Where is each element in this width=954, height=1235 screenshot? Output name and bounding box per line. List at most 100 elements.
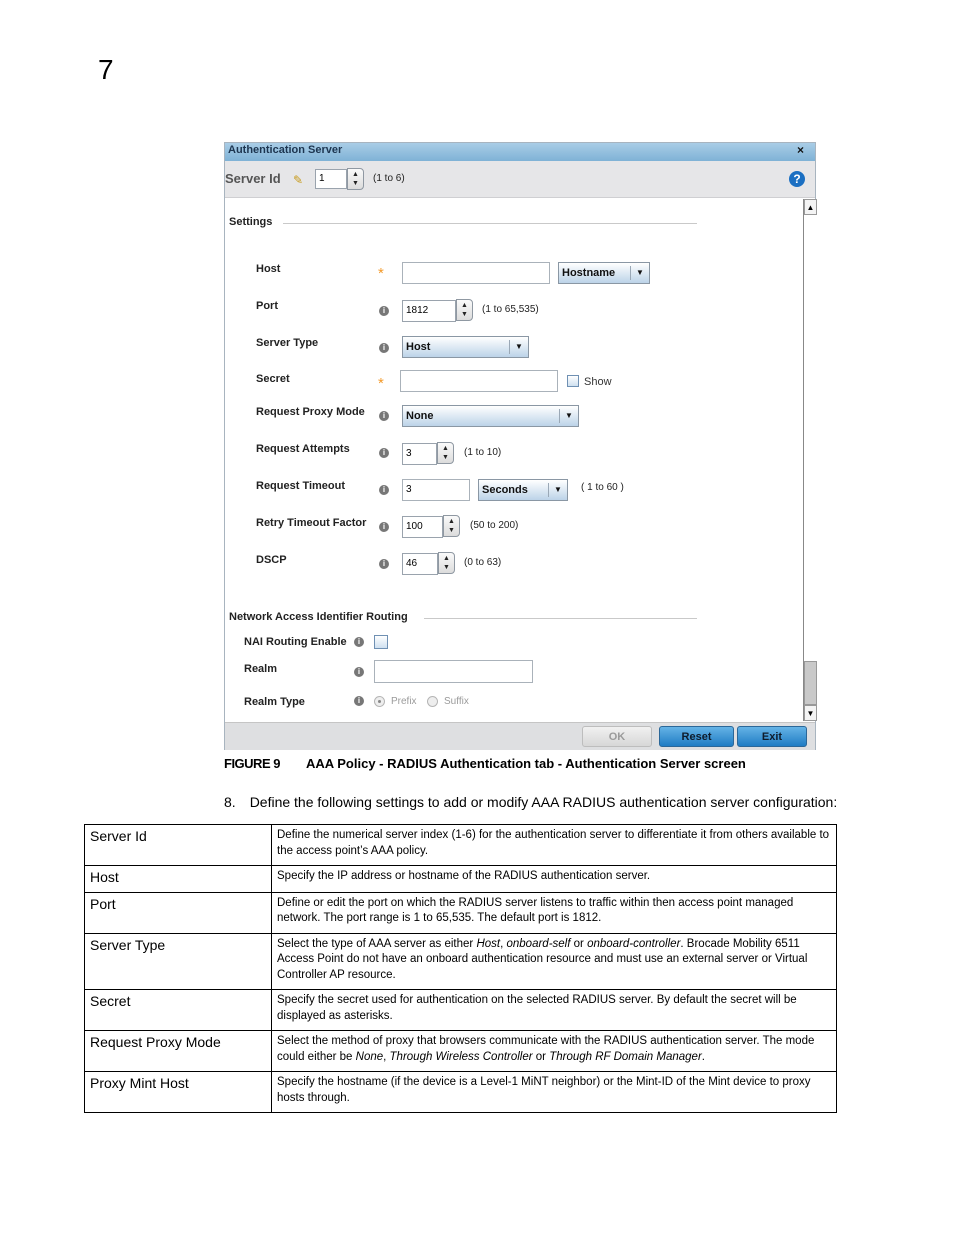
retry-timeout-factor-label: Retry Timeout Factor xyxy=(256,517,367,529)
request-proxy-mode-select[interactable]: None ▼ xyxy=(402,405,579,427)
request-timeout-unit-value: Seconds xyxy=(482,484,528,496)
dscp-stepper[interactable]: ▲ ▼ xyxy=(438,552,455,574)
request-timeout-range: ( 1 to 60 ) xyxy=(581,482,624,493)
table-row: Proxy Mint Host Specify the hostname (if … xyxy=(84,1071,837,1113)
setting-name-cell: Server Type xyxy=(84,932,272,990)
dscp-label: DSCP xyxy=(256,554,287,566)
stepper-up-icon[interactable]: ▲ xyxy=(442,445,449,452)
info-icon[interactable]: i xyxy=(379,522,389,532)
request-attempts-input[interactable]: 3 xyxy=(402,443,437,465)
setting-description-cell: Define the numerical server index (1-6) … xyxy=(271,824,837,866)
secret-input[interactable] xyxy=(400,370,558,392)
table-row: Host Specify the IP address or hostname o… xyxy=(84,865,837,893)
chapter-number: 7 xyxy=(98,54,114,85)
table-row: Request Proxy Mode Select the method of p… xyxy=(84,1030,837,1072)
dialog-footer: OK Reset Exit xyxy=(225,722,815,750)
realm-label: Realm xyxy=(244,663,278,675)
stepper-down-icon[interactable]: ▼ xyxy=(352,180,359,187)
stepper-up-icon[interactable]: ▲ xyxy=(352,171,359,178)
figure-number: FIGURE 9 xyxy=(224,756,280,771)
help-icon[interactable]: ? xyxy=(789,171,805,187)
info-icon[interactable]: i xyxy=(379,559,389,569)
stepper-down-icon[interactable]: ▼ xyxy=(448,527,455,534)
setting-description-cell: Specify the hostname (if the device is a… xyxy=(271,1071,837,1113)
show-secret-checkbox[interactable] xyxy=(567,375,579,387)
setting-name-cell: Port xyxy=(84,891,272,934)
table-row: Server Type Select the type of AAA server… xyxy=(84,932,837,990)
host-type-value: Hostname xyxy=(562,267,616,279)
setting-name-cell: Host xyxy=(84,865,272,893)
info-icon[interactable]: i xyxy=(354,696,364,706)
setting-name-cell: Request Proxy Mode xyxy=(84,1030,272,1072)
scroll-down-icon[interactable]: ▼ xyxy=(804,705,817,721)
setting-name-cell: Proxy Mint Host xyxy=(84,1071,272,1113)
stepper-up-icon[interactable]: ▲ xyxy=(443,555,450,562)
table-row: Port Define or edit the port on which the… xyxy=(84,891,837,934)
setting-name-cell: Secret xyxy=(84,989,272,1031)
step-instruction: 8. Define the following settings to add o… xyxy=(224,794,837,810)
chevron-down-icon: ▼ xyxy=(630,266,649,280)
required-star-icon: * xyxy=(378,265,384,282)
chevron-down-icon: ▼ xyxy=(509,340,528,354)
dscp-input[interactable]: 46 xyxy=(402,553,438,575)
vertical-scrollbar[interactable]: ▲ ▼ xyxy=(803,199,817,721)
exit-button[interactable]: Exit xyxy=(737,726,807,747)
step-number: 8. xyxy=(224,794,236,810)
info-icon[interactable]: i xyxy=(379,343,389,353)
retry-timeout-factor-input[interactable]: 100 xyxy=(402,516,443,538)
scrollbar-thumb[interactable] xyxy=(804,661,817,705)
reset-button[interactable]: Reset xyxy=(659,726,734,747)
ok-button[interactable]: OK xyxy=(582,726,652,747)
dialog-title: Authentication Server xyxy=(228,144,343,156)
figure-title: AAA Policy - RADIUS Authentication tab -… xyxy=(305,756,746,771)
request-attempts-stepper[interactable]: ▲ ▼ xyxy=(437,442,454,464)
server-type-label: Server Type xyxy=(256,337,319,349)
port-range: (1 to 65,535) xyxy=(482,304,539,315)
stepper-down-icon[interactable]: ▼ xyxy=(442,454,449,461)
server-type-select[interactable]: Host ▼ xyxy=(402,336,529,358)
server-id-range: (1 to 6) xyxy=(373,173,405,184)
request-timeout-unit-select[interactable]: Seconds ▼ xyxy=(478,479,568,501)
dscp-range: (0 to 63) xyxy=(464,557,502,568)
required-star-icon: * xyxy=(378,375,384,392)
info-icon[interactable]: i xyxy=(354,637,364,647)
settings-divider xyxy=(283,223,697,224)
setting-description-cell: Select the type of AAA server as either … xyxy=(271,932,837,990)
info-icon[interactable]: i xyxy=(354,667,364,677)
stepper-up-icon[interactable]: ▲ xyxy=(461,302,468,309)
host-type-select[interactable]: Hostname ▼ xyxy=(558,262,650,284)
retry-timeout-factor-range: (50 to 200) xyxy=(470,520,519,531)
stepper-up-icon[interactable]: ▲ xyxy=(448,518,455,525)
scroll-up-icon[interactable]: ▲ xyxy=(804,199,817,215)
port-input[interactable]: 1812 xyxy=(402,300,456,322)
stepper-down-icon[interactable]: ▼ xyxy=(461,311,468,318)
request-attempts-label: Request Attempts xyxy=(256,443,350,455)
info-icon[interactable]: i xyxy=(379,448,389,458)
server-id-label: Server Id xyxy=(225,171,281,186)
host-input[interactable] xyxy=(402,262,550,284)
stepper-down-icon[interactable]: ▼ xyxy=(443,564,450,571)
chevron-down-icon: ▼ xyxy=(559,409,578,423)
table-row: Secret Specify the secret used for authen… xyxy=(84,989,837,1031)
info-icon[interactable]: i xyxy=(379,485,389,495)
nai-routing-enable-label: NAI Routing Enable xyxy=(244,636,347,648)
request-timeout-label: Request Timeout xyxy=(256,480,346,492)
server-id-input[interactable]: 1 xyxy=(315,169,347,189)
pencil-icon[interactable]: ✎ xyxy=(293,173,303,187)
server-id-stepper[interactable]: ▲ ▼ xyxy=(347,168,364,190)
show-secret-label: Show xyxy=(584,376,612,388)
info-icon[interactable]: i xyxy=(379,306,389,316)
italic-term: Through RF Domain Manager xyxy=(549,1050,702,1063)
realm-input[interactable] xyxy=(374,660,533,683)
italic-term: Through Wireless Controller xyxy=(389,1050,533,1063)
info-icon[interactable]: i xyxy=(379,411,389,421)
nai-section-title: Network Access Identifier Routing xyxy=(229,611,408,623)
port-stepper[interactable]: ▲ ▼ xyxy=(456,299,473,321)
table-row: Server Id Define the numerical server ind… xyxy=(84,824,837,866)
request-timeout-input[interactable]: 3 xyxy=(402,479,470,501)
close-icon[interactable]: × xyxy=(797,143,804,157)
nai-routing-enable-checkbox[interactable] xyxy=(374,635,388,649)
realm-type-suffix-radio[interactable] xyxy=(427,696,438,707)
retry-timeout-factor-stepper[interactable]: ▲ ▼ xyxy=(443,515,460,537)
realm-type-prefix-radio[interactable] xyxy=(374,696,385,707)
